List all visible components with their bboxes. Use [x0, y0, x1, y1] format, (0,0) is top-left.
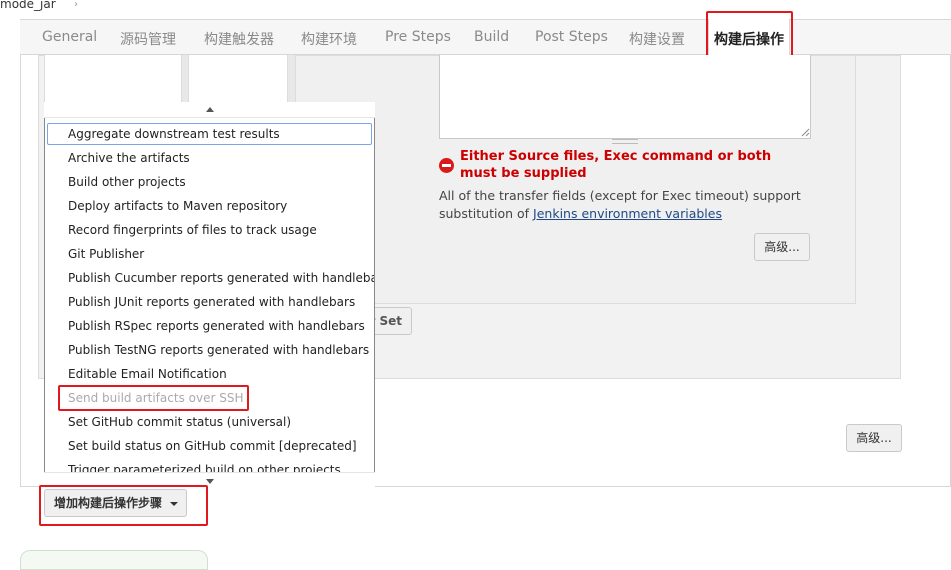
caret-down-icon — [206, 479, 214, 484]
chevron-right-icon[interactable]: › — [74, 0, 78, 11]
dropdown-item[interactable]: Aggregate downstream test results — [47, 123, 372, 145]
dropdown-item[interactable]: Publish Cucumber reports generated with … — [47, 267, 374, 289]
textarea-grip-icon[interactable] — [612, 139, 638, 144]
add-step-label: 增加构建后操作步骤 — [54, 496, 163, 510]
dropdown-item[interactable]: Trigger parameterized build on other pro… — [47, 459, 372, 472]
dropdown-item[interactable]: Archive the artifacts — [47, 147, 372, 169]
breadcrumb: mode_jar › — [0, 0, 951, 14]
dropdown-item[interactable]: Publish JUnit reports generated with han… — [47, 291, 372, 313]
config-tab-bar: General 源码管理 构建触发器 构建环境 Pre Steps Build … — [20, 19, 951, 55]
dropdown-item[interactable]: Set build status on GitHub commit [depre… — [47, 435, 372, 457]
tab-build-env[interactable]: 构建环境 — [301, 29, 357, 49]
transfer-help-text: All of the transfer fields (except for E… — [439, 187, 819, 223]
caret-down-icon — [170, 502, 178, 506]
add-post-build-step-button[interactable]: 增加构建后操作步骤 — [44, 489, 187, 517]
dropdown-item[interactable]: Editable Email Notification — [47, 363, 372, 385]
error-icon — [439, 158, 454, 173]
resize-handle-icon[interactable] — [800, 127, 810, 137]
tab-post-steps[interactable]: Post Steps — [535, 29, 608, 45]
dropdown-item[interactable]: Record fingerprints of files to track us… — [47, 219, 372, 241]
dropdown-list: Aggregate downstream test results Archiv… — [45, 121, 374, 472]
ssh-advanced-button[interactable]: 高级... — [754, 233, 810, 261]
dropdown-item[interactable]: Git Publisher — [47, 243, 372, 265]
breadcrumb-job-link[interactable]: mode_jar — [0, 0, 56, 10]
dropdown-scroll-up[interactable] — [44, 102, 375, 118]
dropdown-item[interactable]: Set GitHub commit status (universal) — [47, 411, 372, 433]
validation-error-message: Either Source files, Exec command or bot… — [460, 149, 772, 181]
bottom-panel-edge — [20, 550, 208, 570]
dropdown-item[interactable]: Publish TestNG reports generated with ha… — [47, 339, 372, 361]
tab-general[interactable]: General — [42, 29, 97, 45]
tab-build[interactable]: Build — [474, 29, 509, 45]
dropdown-item[interactable]: Deploy artifacts to Maven repository — [47, 195, 372, 217]
env-variables-link[interactable]: Jenkins environment variables — [533, 206, 722, 221]
tab-scm[interactable]: 源码管理 — [120, 29, 176, 49]
dropdown-item[interactable]: Publish RSpec reports generated with han… — [47, 315, 372, 337]
tab-pre-steps[interactable]: Pre Steps — [385, 29, 451, 45]
exec-command-textarea[interactable] — [439, 55, 811, 139]
tab-build-settings[interactable]: 构建设置 — [629, 29, 685, 49]
tab-triggers[interactable]: 构建触发器 — [204, 29, 274, 49]
dropdown-scroll-down[interactable] — [44, 472, 375, 489]
caret-up-icon — [206, 107, 214, 112]
tab-post-build-label: 构建后操作 — [714, 32, 784, 48]
tab-post-build-actions[interactable]: 构建后操作 — [708, 19, 790, 56]
dropdown-item-disabled: Send build artifacts over SSH — [68, 391, 244, 405]
dropdown-item[interactable]: Build other projects — [47, 171, 372, 193]
section-advanced-button[interactable]: 高级... — [846, 424, 902, 452]
